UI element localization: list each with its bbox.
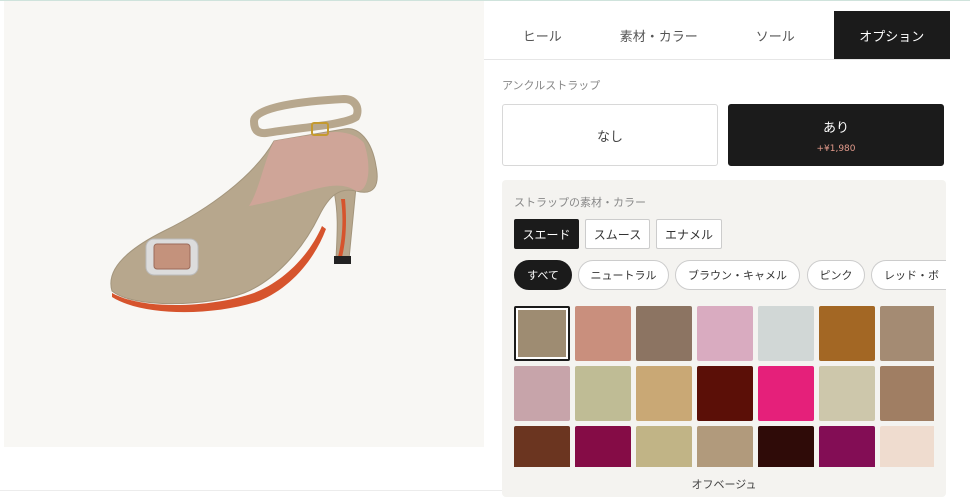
tab-material-color[interactable]: 素材・カラー <box>601 11 718 59</box>
color-swatch[interactable] <box>636 306 692 361</box>
tab-heel[interactable]: ヒール <box>484 11 601 59</box>
color-swatch[interactable] <box>880 366 934 421</box>
ankle-strap <box>249 94 362 138</box>
color-swatch[interactable] <box>758 366 814 421</box>
color-swatch[interactable] <box>758 426 814 467</box>
filter-red-chip[interactable]: レッド・ボ <box>871 260 946 290</box>
color-swatch[interactable] <box>880 306 934 361</box>
color-swatch[interactable] <box>819 306 875 361</box>
color-swatch[interactable] <box>636 426 692 467</box>
color-swatch[interactable] <box>575 366 631 421</box>
color-swatch[interactable] <box>514 426 570 467</box>
color-swatch[interactable] <box>575 306 631 361</box>
filter-all-chip[interactable]: すべて <box>514 260 572 290</box>
shoe-preview <box>4 1 484 447</box>
ankle-strap-label: アンクルストラップ <box>502 79 601 92</box>
filter-pink-chip[interactable]: ピンク <box>807 260 865 290</box>
color-swatch[interactable] <box>880 426 934 467</box>
filter-neutral-chip[interactable]: ニュートラル <box>578 260 669 290</box>
bottom-divider <box>0 490 502 491</box>
selected-color-name: オフベージュ <box>691 478 757 491</box>
strap-yes-button[interactable]: あり +¥1,980 <box>728 104 944 166</box>
color-swatch[interactable] <box>575 426 631 467</box>
swatch-grid <box>514 306 934 467</box>
strap-price: +¥1,980 <box>816 143 856 154</box>
color-swatch[interactable] <box>636 366 692 421</box>
material-smooth-button[interactable]: スムース <box>585 219 650 249</box>
color-swatch[interactable] <box>758 306 814 361</box>
material-suede-button[interactable]: スエード <box>514 219 579 249</box>
strap-yes-label: あり <box>822 120 849 136</box>
tab-bar: ヒール 素材・カラー ソール オプション <box>484 11 950 60</box>
strap-none-label: なし <box>596 129 623 145</box>
color-swatch[interactable] <box>514 306 570 361</box>
strap-material-label: ストラップの素材・カラー <box>514 196 646 209</box>
heel-tip <box>334 256 351 264</box>
tab-sole[interactable]: ソール <box>717 11 834 59</box>
tab-options[interactable]: オプション <box>833 11 950 59</box>
color-swatch[interactable] <box>697 366 753 421</box>
color-swatch[interactable] <box>697 306 753 361</box>
material-enamel-button[interactable]: エナメル <box>656 219 722 249</box>
color-swatch[interactable] <box>819 366 875 421</box>
shoe-illustration <box>110 94 378 313</box>
color-swatch[interactable] <box>697 426 753 467</box>
jewel-stone <box>153 243 191 270</box>
filter-brown-camel-chip[interactable]: ブラウン・キャメル <box>675 260 800 290</box>
color-swatch[interactable] <box>819 426 875 467</box>
strap-material-panel: ストラップの素材・カラー スエード スムース エナメル すべて ニュートラル ブ… <box>502 180 946 497</box>
color-swatch[interactable] <box>514 366 570 421</box>
strap-none-button[interactable]: なし <box>502 104 718 166</box>
